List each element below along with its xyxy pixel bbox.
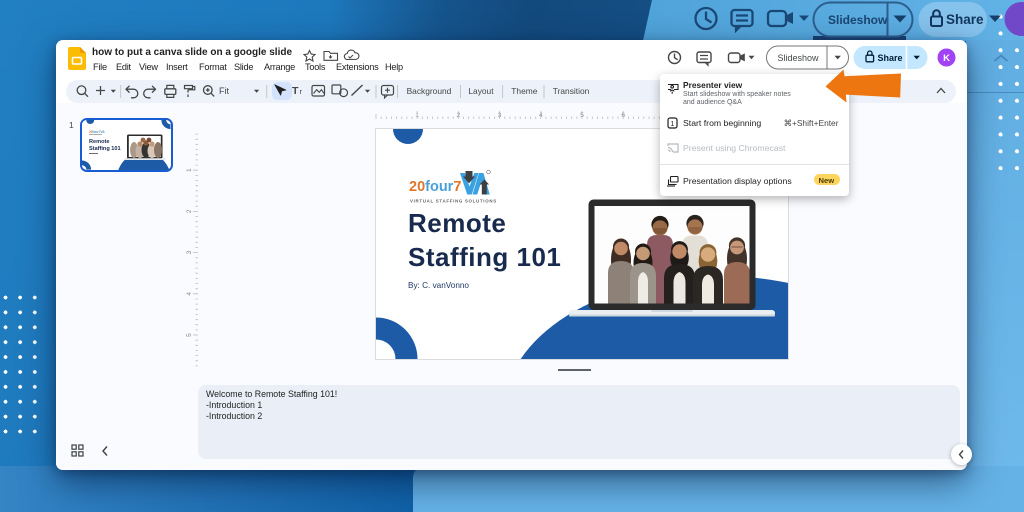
svg-text:20four7VA: 20four7VA (89, 130, 105, 134)
svg-text:Staffing 101: Staffing 101 (408, 242, 561, 272)
svg-text:4: 4 (186, 292, 193, 296)
svg-text:Fit: Fit (219, 85, 229, 95)
svg-text:2: 2 (186, 209, 193, 213)
svg-text:Share: Share (946, 12, 984, 27)
svg-text:Slideshow: Slideshow (778, 53, 820, 63)
svg-text:r: r (300, 87, 303, 96)
svg-text:5: 5 (186, 333, 193, 337)
svg-text:T: T (292, 85, 299, 97)
svg-text:Staffing 101: Staffing 101 (89, 146, 121, 152)
svg-text:20four7: 20four7 (409, 179, 461, 195)
svg-text:Transition: Transition (553, 86, 590, 96)
svg-text:Slideshow: Slideshow (828, 13, 888, 27)
svg-text:Layout: Layout (468, 86, 494, 96)
svg-text:3: 3 (186, 250, 193, 254)
svg-text:Background: Background (407, 86, 452, 96)
svg-text:Remote: Remote (408, 208, 506, 238)
svg-text:By: C. vanVonno: By: C. vanVonno (408, 281, 469, 290)
svg-text:Theme: Theme (511, 86, 537, 96)
svg-text:VIRTUAL STAFFING SOLUTIONS: VIRTUAL STAFFING SOLUTIONS (410, 199, 497, 204)
svg-text:Remote: Remote (89, 139, 109, 145)
svg-text:1: 1 (186, 168, 193, 172)
svg-text:1: 1 (670, 121, 674, 128)
svg-text:K: K (943, 53, 950, 64)
